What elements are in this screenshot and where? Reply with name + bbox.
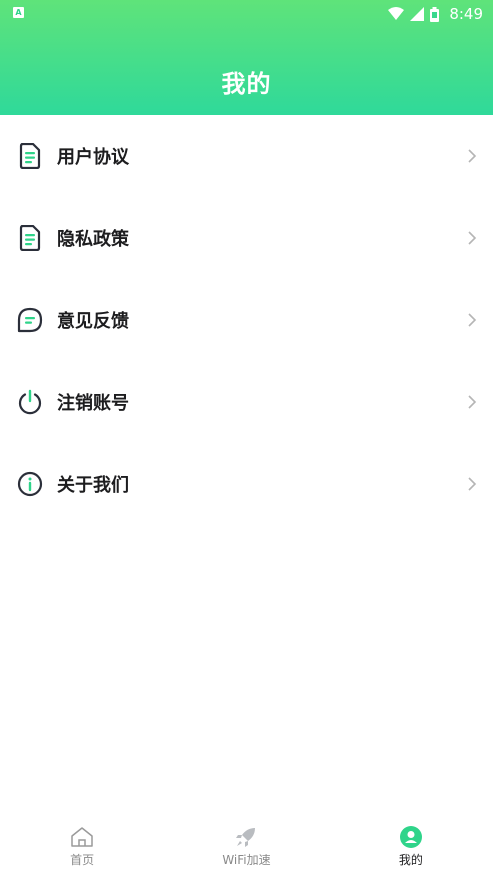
menu-item-delete-account[interactable]: 注销账号	[0, 361, 493, 443]
settings-menu: 用户协议 隐私政策 意见反馈 注销账号 关于我们	[0, 115, 493, 525]
menu-item-user-agreement[interactable]: 用户协议	[0, 115, 493, 197]
menu-item-label: 用户协议	[57, 147, 129, 168]
info-icon	[17, 471, 43, 497]
tab-wifi-boost[interactable]: WiFi加速	[164, 820, 328, 877]
tab-mine[interactable]: 我的	[329, 820, 493, 877]
header: A 8:49 我的	[0, 0, 493, 115]
wifi-icon	[388, 7, 405, 20]
chevron-right-icon	[468, 477, 477, 491]
tab-label: WiFi加速	[222, 853, 271, 867]
page-title: 我的	[221, 70, 272, 98]
profile-icon	[399, 825, 423, 849]
status-bar: A 8:49	[0, 0, 493, 28]
tab-label: 我的	[398, 853, 423, 867]
power-icon	[17, 389, 43, 415]
chevron-right-icon	[468, 395, 477, 409]
tab-home[interactable]: 首页	[0, 820, 164, 877]
chevron-right-icon	[468, 149, 477, 163]
chevron-right-icon	[468, 231, 477, 245]
app-notification-icon: A	[13, 7, 24, 18]
menu-item-label: 意见反馈	[57, 311, 129, 332]
chat-bubble-icon	[17, 307, 43, 333]
menu-item-privacy-policy[interactable]: 隐私政策	[0, 197, 493, 279]
menu-item-label: 注销账号	[57, 393, 129, 414]
rocket-icon	[234, 825, 258, 849]
status-indicators: 8:49	[388, 4, 483, 24]
menu-item-label: 隐私政策	[57, 229, 129, 250]
battery-icon	[430, 6, 440, 22]
tab-label: 首页	[70, 853, 95, 867]
document-icon	[17, 225, 43, 251]
document-icon	[17, 143, 43, 169]
cellular-signal-icon	[410, 7, 425, 21]
menu-item-feedback[interactable]: 意见反馈	[0, 279, 493, 361]
menu-item-label: 关于我们	[57, 475, 129, 496]
home-icon	[70, 825, 94, 849]
bottom-tab-bar: 首页 WiFi加速 我的	[0, 820, 493, 877]
status-time: 8:49	[449, 5, 483, 23]
menu-item-about-us[interactable]: 关于我们	[0, 443, 493, 525]
chevron-right-icon	[468, 313, 477, 327]
